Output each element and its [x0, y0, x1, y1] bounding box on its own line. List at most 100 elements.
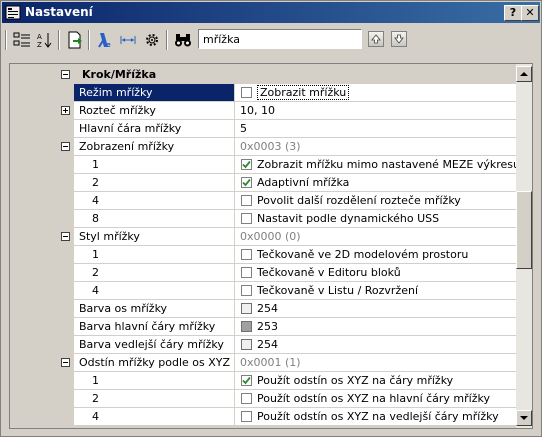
toolbar-separator [88, 30, 90, 50]
collapse-icon[interactable] [61, 358, 70, 367]
checkbox-checked-icon[interactable] [241, 177, 252, 188]
property-name: Barva vedlejší čáry mřížky [74, 336, 235, 353]
sub-property-row[interactable]: 2 Použít odstín os XYZ na hlavní čáry mří… [10, 390, 516, 408]
collapse-icon[interactable] [61, 142, 70, 151]
checkbox-checked-icon[interactable] [241, 375, 252, 386]
value-text: 10, 10 [240, 104, 275, 117]
sub-property-row[interactable]: 1 Zobrazit mřížku mimo nastavené MEZE výk… [10, 156, 516, 174]
checkbox-checked-icon[interactable] [241, 159, 252, 170]
settings-gear-icon[interactable] [141, 29, 163, 51]
settings-window: Nastavení ? ✕ AZ e mřížka Krok/Mřížka Re… [0, 0, 542, 437]
scroll-up-icon[interactable] [516, 66, 532, 82]
property-name: Zobrazení mřížky [74, 138, 235, 155]
property-value: 0x0000 (0) [235, 228, 521, 245]
property-name: 1 [74, 156, 235, 173]
value-text: 254 [257, 338, 278, 351]
vertical-scrollbar[interactable] [516, 64, 532, 428]
property-name: Hlavní čára mřížky [74, 120, 235, 137]
collapse-icon[interactable] [61, 232, 70, 241]
sub-property-row[interactable]: 4 Povolit další rozdělení rozteče mřížky [10, 192, 516, 210]
property-value[interactable]: 254 [235, 336, 516, 353]
value-text: Tečkovaně ve 2D modelovém prostoru [257, 248, 469, 261]
property-value[interactable]: Tečkovaně ve 2D modelovém prostoru [235, 246, 516, 263]
scrollbar-thumb[interactable] [516, 191, 532, 269]
category-row[interactable]: Krok/Mřížka [10, 66, 516, 84]
up-arrow-icon[interactable] [368, 31, 384, 47]
property-value[interactable]: Nastavit podle dynamického USS [235, 210, 516, 227]
sub-property-row[interactable]: 4 Použít odstín os XYZ na vedlejší čáry m… [10, 408, 516, 426]
value-text: Tečkovaně v Editoru bloků [257, 266, 401, 279]
filter-icon[interactable]: e [94, 29, 116, 51]
close-button[interactable]: ✕ [521, 5, 539, 21]
help-button[interactable]: ? [504, 5, 522, 21]
scroll-down-icon[interactable] [516, 410, 532, 426]
checkbox-icon[interactable] [241, 393, 252, 404]
property-value[interactable]: Tečkovaně v Editoru bloků [235, 264, 516, 281]
property-row[interactable]: Styl mřížky 0x0000 (0) [10, 228, 521, 246]
property-name: 4 [74, 282, 235, 299]
property-value[interactable]: 5 [235, 120, 516, 137]
checkbox-icon[interactable] [241, 213, 252, 224]
collapse-icon[interactable] [61, 70, 70, 79]
property-row[interactable]: Hlavní čára mřížky 5 [10, 120, 516, 138]
property-name: 4 [74, 192, 235, 209]
property-row[interactable]: Režim mřížky Zobrazit mřížku [10, 84, 516, 102]
app-icon [5, 5, 21, 20]
property-row[interactable]: Barva vedlejší čáry mřížky 254 [10, 336, 516, 354]
property-name: Rozteč mřížky [74, 102, 235, 119]
value-text: Použít odstín os XYZ na čáry mřížky [257, 374, 454, 387]
property-value[interactable]: 254 [235, 300, 516, 317]
search-input[interactable] [198, 29, 362, 49]
property-value: 0x0001 (1) [235, 354, 521, 371]
sub-property-row[interactable]: 2 Tečkovaně v Editoru bloků [10, 264, 516, 282]
property-value[interactable]: Použít odstín os XYZ na čáry mřížky [235, 372, 516, 389]
sub-property-row[interactable]: 4 Tečkovaně v Listu / Rozvržení [10, 282, 516, 300]
value-text: 253 [257, 320, 278, 333]
checkbox-icon[interactable] [241, 195, 252, 206]
property-value[interactable]: 10, 10 [235, 102, 516, 119]
tree-view-icon[interactable] [11, 29, 33, 51]
property-value[interactable]: Adaptivní mřížka [235, 174, 516, 191]
property-value[interactable]: Zobrazit mřížku [235, 84, 516, 101]
export-icon[interactable] [64, 29, 86, 51]
expand-icon[interactable] [61, 106, 70, 115]
value-text: Použít odstín os XYZ na hlavní čáry mříž… [257, 392, 490, 405]
property-row[interactable]: Zobrazení mřížky 0x0003 (3) [10, 138, 521, 156]
sub-property-row[interactable]: 2 Adaptivní mřížka [10, 174, 516, 192]
value-text: Povolit další rozdělení rozteče mřížky [257, 194, 461, 207]
sub-property-row[interactable]: 8 Nastavit podle dynamického USS [10, 210, 516, 228]
property-name: Barva os mřížky [74, 300, 235, 317]
value-text: Zobrazit mřížku [257, 85, 350, 100]
property-value[interactable]: Použít odstín os XYZ na vedlejší čáry mř… [235, 408, 516, 425]
property-value[interactable]: Povolit další rozdělení rozteče mřížky [235, 192, 516, 209]
checkbox-icon[interactable] [241, 87, 252, 98]
checkbox-icon[interactable] [241, 285, 252, 296]
property-row[interactable]: Barva hlavní čáry mřížky 253 [10, 318, 516, 336]
property-name: 4 [74, 408, 235, 425]
checkbox-icon[interactable] [241, 249, 252, 260]
property-row[interactable]: Odstín mřížky podle os XYZ 0x0001 (1) [10, 354, 521, 372]
property-name: Barva hlavní čáry mřížky [74, 318, 235, 335]
sub-property-row[interactable]: 1 Tečkovaně ve 2D modelovém prostoru [10, 246, 516, 264]
property-value[interactable]: Zobrazit mřížku mimo nastavené MEZE výkr… [235, 156, 516, 173]
property-name: 2 [74, 264, 235, 281]
property-grid: Krok/Mřížka Režim mřížky Zobrazit mřížku R… [9, 63, 533, 429]
sort-az-icon[interactable]: AZ [34, 29, 56, 51]
binoculars-icon[interactable] [172, 29, 194, 51]
category-label: Krok/Mřížka [82, 68, 157, 81]
title-bar[interactable]: Nastavení ? ✕ [2, 2, 540, 23]
width-icon[interactable] [117, 29, 139, 51]
property-value[interactable]: Tečkovaně v Listu / Rozvržení [235, 282, 516, 299]
down-arrow-icon[interactable] [391, 31, 407, 47]
checkbox-icon[interactable] [241, 267, 252, 278]
checkbox-icon[interactable] [241, 411, 252, 422]
window-title: Nastavení [25, 5, 93, 19]
sub-property-row[interactable]: 1 Použít odstín os XYZ na čáry mřížky [10, 372, 516, 390]
toolbar-grip [5, 30, 7, 50]
property-value[interactable]: 253 [235, 318, 516, 335]
property-name: 1 [74, 372, 235, 389]
property-value[interactable]: Použít odstín os XYZ na hlavní čáry mříž… [235, 390, 516, 407]
property-row[interactable]: Rozteč mřížky 10, 10 [10, 102, 516, 120]
property-name: Odstín mřížky podle os XYZ [74, 354, 235, 371]
property-row[interactable]: Barva os mřížky 254 [10, 300, 516, 318]
